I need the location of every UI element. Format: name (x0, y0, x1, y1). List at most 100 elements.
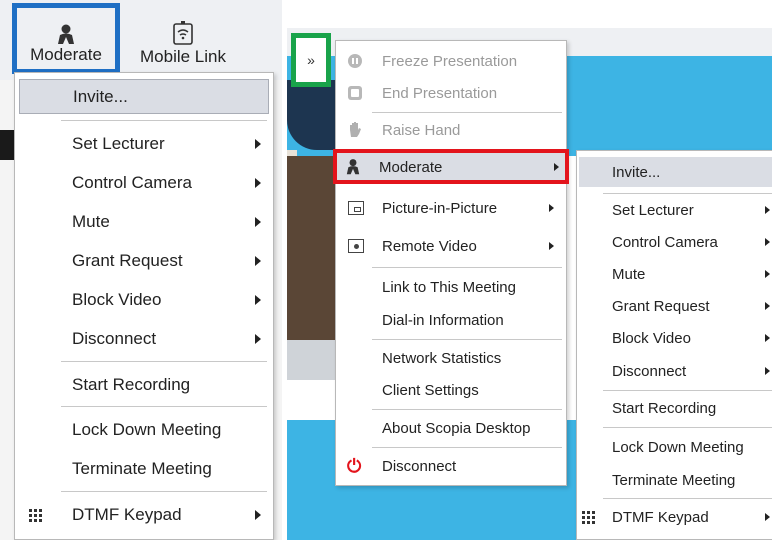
submenu-item-lock-down-meeting[interactable]: Lock Down Meeting (577, 432, 772, 462)
submenu-arrow-icon (255, 256, 261, 266)
right-top-area (287, 0, 772, 28)
submenu-item-start-recording[interactable]: Start Recording (577, 393, 772, 423)
menu-item-label: Set Lecturer (72, 134, 165, 153)
menu-item-label: DTMF Keypad (72, 505, 182, 524)
menu-item-invite[interactable]: Invite... (19, 79, 269, 114)
menu-item-label: Network Statistics (382, 349, 502, 367)
power-icon: ⏻ (347, 455, 362, 476)
remote-video-icon (348, 239, 364, 253)
left-video-edge (0, 130, 14, 160)
menu-item-dtmf-keypad[interactable]: DTMF Keypad (15, 498, 273, 532)
menu-item-label: Raise Hand (382, 121, 461, 139)
submenu-arrow-icon (765, 206, 770, 214)
menu-item-label: Lock Down Meeting (612, 438, 744, 456)
menu-item-label: Set Lecturer (612, 201, 694, 219)
menu-item-label: Terminate Meeting (72, 459, 212, 478)
menu-separator (372, 267, 562, 268)
menu-item-start-recording[interactable]: Start Recording (15, 368, 273, 402)
submenu-arrow-icon (255, 334, 261, 344)
submenu-item-terminate-meeting[interactable]: Terminate Meeting (577, 465, 772, 495)
menu-item-label: Terminate Meeting (612, 471, 736, 489)
pause-icon (348, 54, 362, 68)
menu-item-label: DTMF Keypad (612, 508, 709, 526)
menu-item-set-lecturer[interactable]: Set Lecturer (15, 127, 273, 161)
menu-item-label: Disconnect (612, 362, 687, 380)
menu-item-network-statistics[interactable]: Network Statistics (336, 342, 566, 374)
submenu-arrow-icon (549, 204, 554, 212)
menu-item-label: Control Camera (72, 173, 192, 192)
submenu-item-disconnect[interactable]: Disconnect (577, 356, 772, 386)
submenu-arrow-icon (255, 139, 261, 149)
submenu-arrow-icon (255, 178, 261, 188)
hand-icon (350, 122, 361, 137)
menu-item-label: Grant Request (72, 251, 183, 270)
menu-item-dial-in-information[interactable]: Dial-in Information (336, 304, 566, 336)
mobile-link-toolbar-label: Mobile Link (140, 47, 226, 66)
menu-item-picture-in-picture[interactable]: Picture-in-Picture (336, 192, 566, 224)
moderate-submenu: Invite... Set Lecturer Control Camera Mu… (576, 150, 772, 540)
menu-item-label: Picture-in-Picture (382, 199, 498, 217)
keypad-icon (582, 510, 596, 524)
menu-item-label: Mute (612, 265, 646, 283)
menu-item-label: Client Settings (382, 381, 479, 399)
menu-item-terminate-meeting[interactable]: Terminate Meeting (15, 452, 273, 486)
menu-item-about-scopia-desktop[interactable]: About Scopia Desktop (336, 412, 566, 444)
right-video-participant (287, 156, 337, 340)
submenu-item-grant-request[interactable]: Grant Request (577, 291, 772, 321)
moderate-toolbar-button[interactable]: Moderate (12, 3, 120, 74)
menu-separator (61, 406, 267, 407)
more-options-menu: Freeze Presentation End Presentation Rai… (333, 40, 569, 486)
menu-item-disconnect[interactable]: Disconnect (15, 322, 273, 356)
submenu-item-set-lecturer[interactable]: Set Lecturer (577, 195, 772, 225)
submenu-arrow-icon (255, 510, 261, 520)
menu-item-end-presentation[interactable]: End Presentation (336, 77, 566, 109)
menu-item-label: Disconnect (382, 457, 457, 475)
menu-item-label: Mute (72, 212, 110, 231)
submenu-arrow-icon (765, 270, 770, 278)
menu-item-label: Start Recording (72, 375, 191, 394)
submenu-item-invite[interactable]: Invite... (579, 157, 772, 187)
mobile-link-toolbar-button[interactable]: Mobile Link (124, 8, 242, 72)
menu-item-label: Start Recording (612, 399, 717, 417)
menu-item-label: Block Video (612, 329, 691, 347)
menu-item-label: Lock Down Meeting (72, 420, 222, 439)
menu-item-grant-request[interactable]: Grant Request (15, 244, 273, 278)
menu-item-label: Moderate (379, 159, 443, 176)
menu-item-lock-down-meeting[interactable]: Lock Down Meeting (15, 413, 273, 447)
menu-item-freeze-presentation[interactable]: Freeze Presentation (336, 45, 566, 77)
menu-item-label: Block Video (72, 290, 162, 309)
menu-item-moderate[interactable]: Moderate (333, 149, 569, 184)
moderate-menu: Invite... Set Lecturer Control Camera Mu… (14, 72, 274, 540)
moderate-toolbar-label: Moderate (30, 45, 102, 64)
menu-item-label: Disconnect (72, 329, 157, 348)
menu-separator (603, 390, 772, 391)
menu-separator (61, 120, 267, 121)
person-icon (346, 159, 360, 175)
submenu-arrow-icon (554, 163, 559, 171)
mobile-link-icon (173, 21, 193, 45)
menu-separator (603, 193, 772, 194)
submenu-item-mute[interactable]: Mute (577, 259, 772, 289)
menu-item-disconnect[interactable]: ⏻ Disconnect (336, 450, 566, 482)
menu-item-label: Freeze Presentation (382, 52, 518, 70)
menu-item-label: Grant Request (612, 297, 710, 315)
menu-item-control-camera[interactable]: Control Camera (15, 166, 273, 200)
stop-icon (348, 86, 362, 100)
menu-separator (603, 427, 772, 428)
menu-item-block-video[interactable]: Block Video (15, 283, 273, 317)
menu-item-mute[interactable]: Mute (15, 205, 273, 239)
menu-item-label: Link to This Meeting (382, 278, 516, 296)
submenu-arrow-icon (765, 238, 770, 246)
menu-item-link-to-this-meeting[interactable]: Link to This Meeting (336, 271, 566, 303)
submenu-item-dtmf-keypad[interactable]: DTMF Keypad (577, 502, 772, 532)
submenu-item-control-camera[interactable]: Control Camera (577, 227, 772, 257)
menu-item-remote-video[interactable]: Remote Video (336, 230, 566, 262)
menu-item-label: Control Camera (612, 233, 718, 251)
submenu-item-block-video[interactable]: Block Video (577, 323, 772, 353)
menu-separator (61, 491, 267, 492)
menu-item-client-settings[interactable]: Client Settings (336, 374, 566, 406)
expand-toolbar-button[interactable]: » (291, 33, 331, 87)
menu-item-raise-hand[interactable]: Raise Hand (336, 114, 566, 146)
menu-separator (603, 498, 772, 499)
menu-item-label: Dial-in Information (382, 311, 504, 329)
